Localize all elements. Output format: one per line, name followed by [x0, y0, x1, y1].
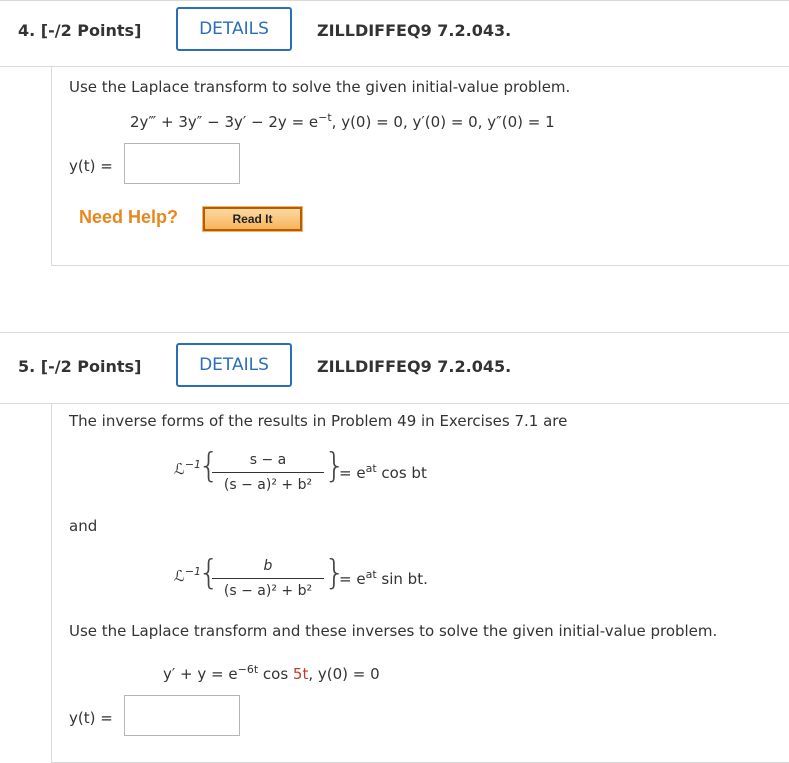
- inverse2-operator: ℒ−1: [174, 565, 202, 585]
- q4-details-button[interactable]: DETAILS: [176, 7, 292, 51]
- inverse1-denominator: (s − a)² + b²: [223, 477, 313, 493]
- q5-problem-id: ZILLDIFFEQ9 7.2.045.: [317, 357, 512, 376]
- q5-answer-input[interactable]: [124, 695, 240, 736]
- question-5-points: 5. [-/2 Points]: [18, 357, 142, 376]
- inverse2-numerator: b: [263, 558, 273, 574]
- inverse1-result: = eat cos bt: [339, 462, 427, 482]
- question-5-header: 5. [-/2 Points] DETAILS ZILLDIFFEQ9 7.2.…: [0, 336, 789, 398]
- inverse2-denominator: (s − a)² + b²: [223, 583, 313, 599]
- q5-answer-label: y(t) =: [69, 709, 113, 727]
- inverse2-fraction-bar: [212, 578, 324, 579]
- q5-details-button[interactable]: DETAILS: [176, 343, 292, 387]
- q5-equation: y′ + y = e−6t cos 5t, y(0) = 0: [163, 663, 380, 683]
- q5-top-divider: [0, 332, 789, 333]
- inverse2-result: = eat sin bt.: [339, 568, 428, 588]
- q4-answer-label: y(t) =: [69, 157, 113, 175]
- q5-intro: The inverse forms of the results in Prob…: [69, 412, 568, 430]
- q4-equation: 2y‴ + 3y″ − 3y′ − 2y = e−t, y(0) = 0, y′…: [130, 111, 555, 131]
- q5-instruction: Use the Laplace transform and these inve…: [69, 622, 718, 640]
- question-4-header: 4. [-/2 Points] DETAILS ZILLDIFFEQ9 7.2.…: [0, 0, 789, 62]
- inverse1-operator: ℒ−1: [174, 458, 202, 478]
- inverse1-fraction-bar: [212, 472, 324, 473]
- inverse1-numerator: s − a: [249, 452, 287, 468]
- q4-prompt: Use the Laplace transform to solve the g…: [69, 78, 571, 96]
- q4-need-help: Need Help?: [79, 207, 179, 227]
- q4-answer-input[interactable]: [124, 143, 240, 184]
- q5-and-label: and: [69, 517, 98, 535]
- q4-problem-id: ZILLDIFFEQ9 7.2.043.: [317, 21, 512, 40]
- question-4-points: 4. [-/2 Points]: [18, 21, 142, 40]
- q4-read-it-button[interactable]: Read It: [202, 206, 303, 232]
